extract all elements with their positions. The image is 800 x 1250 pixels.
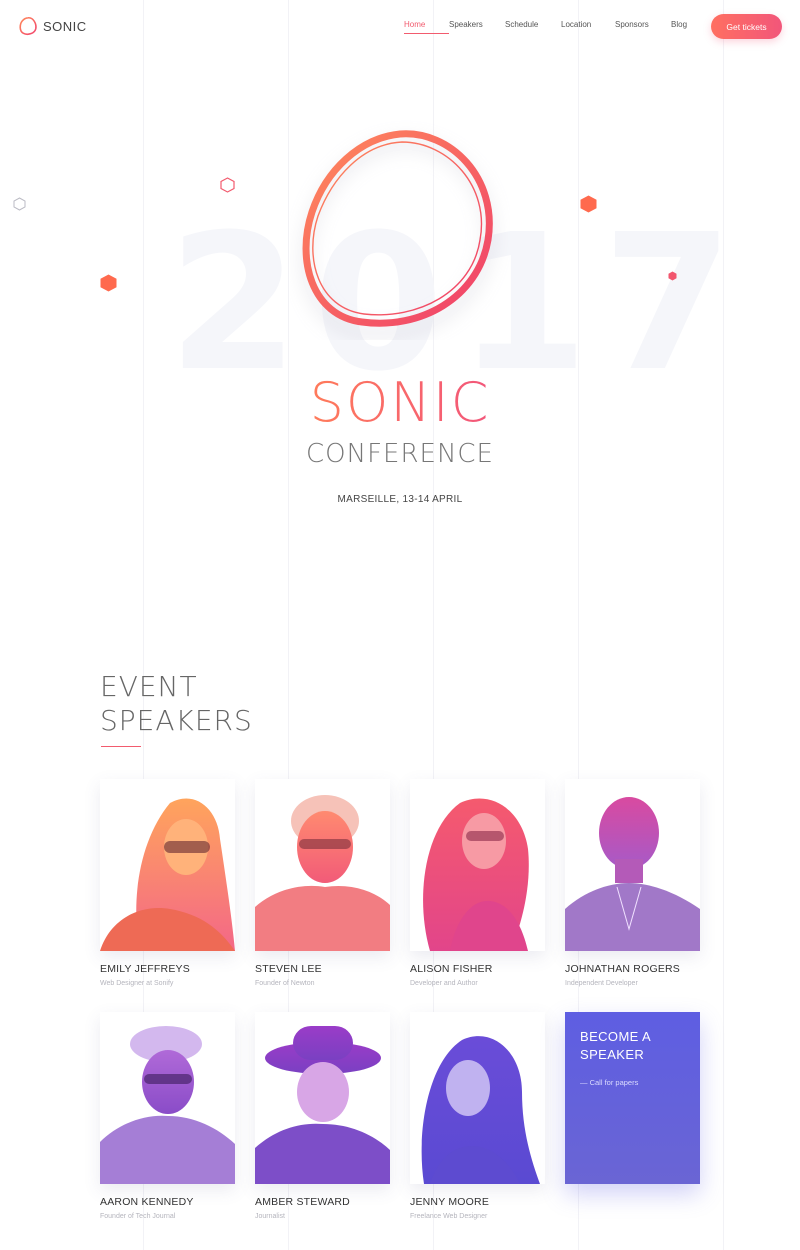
nav-item-location[interactable]: Location [561,20,615,34]
nav-item-schedule[interactable]: Schedule [505,20,561,34]
logo[interactable]: SONIC [18,16,87,36]
speaker-photo [100,1012,235,1184]
nav-item-blog[interactable]: Blog [671,20,701,34]
hero-date: MARSEILLE, 13-14 APRIL [337,494,463,505]
speaker-name: JOHNATHAN ROGERS [565,963,681,975]
become-speaker-card[interactable]: BECOME A SPEAKER — Call for papers [565,1012,700,1184]
nav-item-sponsors[interactable]: Sponsors [615,20,671,34]
main-nav: Home Speakers Schedule Location Sponsors… [404,20,701,34]
speaker-role: Founder of Newton [255,980,315,987]
section-title-line2: SPEAKERS [100,704,253,737]
speaker-role: Independent Developer [565,980,638,987]
section-title-line1: EVENT [100,670,198,703]
hero-ring-logo [302,130,493,327]
speaker-photo [565,779,700,951]
section-divider [101,746,141,747]
speaker-name: AMBER STEWARD [255,1196,350,1208]
speaker-photo [255,779,390,951]
hexagon-filled-icon [668,271,677,281]
nav-item-speakers[interactable]: Speakers [449,20,505,34]
logo-text: SONIC [43,18,87,34]
section-title: EVENT SPEAKERS [100,670,253,738]
speaker-portrait-image [100,779,235,951]
speaker-card[interactable]: EMILY JEFFREYS Web Designer at Sonify [100,779,235,987]
speaker-photo [100,779,235,951]
speaker-portrait-image [565,779,700,951]
speaker-name: JENNY MOORE [410,1196,490,1208]
speaker-role: Web Designer at Sonify [100,980,174,987]
speaker-portrait-image [410,779,545,951]
hexagon-filled-icon [580,195,597,213]
hero-title: SONIC [309,371,491,434]
site-header: SONIC Home Speakers Schedule Location Sp… [0,0,800,54]
get-tickets-button[interactable]: Get tickets [711,14,782,39]
speaker-card[interactable]: AMBER STEWARD Journalist [255,1012,390,1220]
speaker-portrait-image [255,1012,390,1184]
speaker-photo [410,779,545,951]
speaker-portrait-image [100,1012,235,1184]
hexagon-filled-icon [100,274,117,292]
speaker-card[interactable]: JENNY MOORE Freelance Web Designer [410,1012,545,1220]
speaker-role: Journalist [255,1213,285,1220]
speaker-card[interactable]: JOHNATHAN ROGERS Independent Developer [565,779,700,987]
hero-subtitle: CONFERENCE [306,439,494,469]
hexagon-outline-icon [13,197,26,211]
speaker-card[interactable]: AARON KENNEDY Founder of Tech Journal [100,1012,235,1220]
speaker-card[interactable]: ALISON FISHER Developer and Author [410,779,545,987]
speaker-name: AARON KENNEDY [100,1196,194,1208]
speaker-photo [255,1012,390,1184]
speaker-card[interactable]: STEVEN LEE Founder of Newton [255,779,390,987]
speaker-photo [410,1012,545,1184]
speaker-portrait-image [255,779,390,951]
speaker-role: Freelance Web Designer [410,1213,488,1220]
nav-item-home[interactable]: Home [404,20,449,34]
speaker-name: STEVEN LEE [255,963,322,975]
speaker-portrait-image [410,1012,545,1184]
speaker-name: EMILY JEFFREYS [100,963,190,975]
speaker-name: ALISON FISHER [410,963,493,975]
call-for-papers-link[interactable]: — Call for papers [580,1078,685,1087]
speaker-role: Founder of Tech Journal [100,1213,176,1220]
hexagon-outline-icon [220,177,235,193]
speaker-role: Developer and Author [410,980,478,987]
logo-ring-icon [19,16,37,35]
become-speaker-title: BECOME A SPEAKER [580,1029,651,1062]
